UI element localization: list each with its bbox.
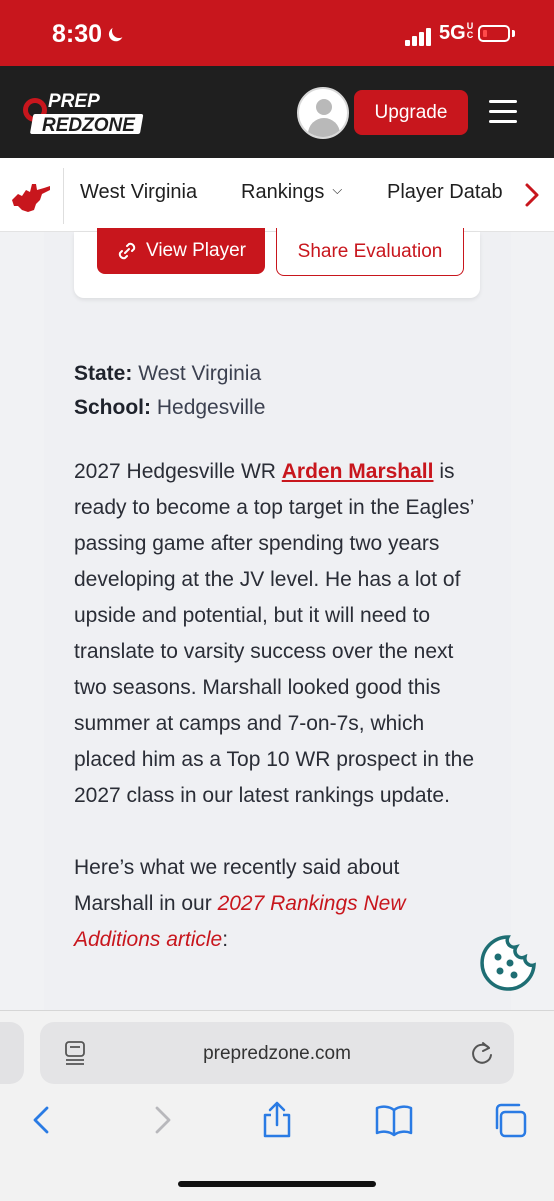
share-evaluation-button[interactable]: Share Evaluation	[276, 228, 464, 276]
prep-redzone-logo[interactable]: PREP REDZONE	[22, 88, 150, 136]
subnav-divider	[63, 168, 64, 224]
nav-item-player-database[interactable]: Player Datab	[380, 175, 508, 215]
article-body: 2027 Hedgesville WR Arden Marshall is re…	[74, 454, 484, 958]
west-virginia-map-icon[interactable]	[10, 180, 52, 214]
url-text[interactable]: prepredzone.com	[40, 1043, 514, 1065]
logo-text-top: PREP	[48, 91, 100, 112]
forward-icon	[155, 1106, 171, 1134]
nav-item-rankings-label: Rankings	[241, 181, 325, 203]
article-paragraph: 2027 Hedgesville WR Arden Marshall is re…	[74, 460, 474, 807]
logo-text-bottom: REDZONE	[42, 115, 136, 136]
article-paragraph: Here’s what we recently said about Marsh…	[74, 856, 406, 951]
state-value: West Virginia	[138, 362, 262, 385]
chevron-right-icon[interactable]	[518, 172, 546, 218]
view-player-button[interactable]: View Player	[97, 228, 265, 274]
school-line: School: Hedgesville	[74, 396, 265, 420]
bookmarks-icon[interactable]	[374, 1100, 414, 1140]
menu-icon[interactable]	[489, 100, 517, 124]
tabs-icon[interactable]	[491, 1100, 531, 1140]
status-time: 8:30	[52, 20, 103, 48]
moon-icon	[110, 22, 128, 40]
nav-item-west-virginia[interactable]: West Virginia	[80, 181, 197, 204]
battery-icon	[478, 25, 510, 42]
avatar[interactable]	[297, 87, 349, 139]
reload-icon[interactable]	[469, 1040, 495, 1066]
share-icon[interactable]	[257, 1100, 297, 1140]
status-bar: 8:30 5GUC	[0, 0, 554, 66]
battery-tip	[512, 30, 515, 37]
cookie-icon[interactable]	[478, 933, 538, 993]
link-icon	[118, 242, 136, 260]
school-value: Hedgesville	[156, 396, 266, 419]
school-label: School:	[74, 396, 151, 419]
back-icon[interactable]	[22, 1100, 62, 1140]
state-line: State: West Virginia	[74, 362, 261, 386]
state-label: State:	[74, 362, 133, 385]
player-link[interactable]: Arden Marshall	[282, 460, 434, 483]
chevron-down-icon: ⌵	[332, 182, 343, 197]
view-player-label: View Player	[146, 240, 246, 261]
upgrade-button[interactable]: Upgrade	[354, 90, 468, 135]
previous-tab[interactable]	[0, 1022, 24, 1084]
home-indicator[interactable]	[178, 1181, 376, 1187]
signal-icon	[405, 26, 435, 46]
site-header: PREP REDZONE	[0, 66, 554, 158]
nav-item-rankings[interactable]: Rankings ⌵	[241, 181, 342, 204]
network-label: 5GUC	[439, 21, 474, 45]
